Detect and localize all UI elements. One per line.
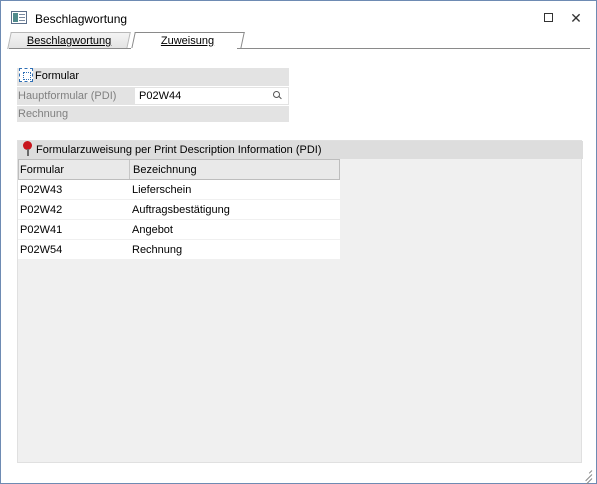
- close-icon: ✕: [570, 10, 582, 26]
- table-header: Formular Bezeichnung: [18, 159, 340, 180]
- form-icon: [19, 68, 33, 82]
- maximize-button[interactable]: [533, 8, 563, 28]
- tab-divider-gap: [131, 48, 237, 49]
- column-header-formular[interactable]: Formular: [20, 164, 64, 176]
- pdi-section-header: Formularzuweisung per Print Description …: [18, 141, 583, 159]
- tab-label: Beschlagwortung: [26, 35, 112, 47]
- tab-label: Zuweisung: [161, 35, 215, 47]
- table-row[interactable]: P02W42 Auftragsbestätigung: [18, 200, 340, 220]
- cell-bezeichnung: Angebot: [132, 224, 173, 236]
- cell-bezeichnung: Auftragsbestätigung: [132, 204, 230, 216]
- table-row[interactable]: P02W41 Angebot: [18, 220, 340, 240]
- search-icon[interactable]: [273, 91, 282, 100]
- pin-icon: [22, 141, 34, 157]
- cell-formular: P02W41: [20, 224, 63, 236]
- hauptformular-row: Hauptformular (PDI) P02W44: [17, 87, 289, 105]
- rechnung-row: Rechnung: [17, 106, 289, 122]
- hauptformular-input[interactable]: P02W44: [134, 87, 289, 105]
- pdi-section-title: Formularzuweisung per Print Description …: [36, 144, 322, 156]
- maximize-icon: [543, 13, 553, 23]
- cell-formular: P02W54: [20, 244, 63, 256]
- cell-bezeichnung: Lieferschein: [132, 184, 192, 196]
- table-row[interactable]: P02W43 Lieferschein: [18, 180, 340, 200]
- tab-beschlagwortung[interactable]: Beschlagwortung: [7, 32, 131, 49]
- tab-divider: [9, 48, 590, 49]
- formular-section-header: Formular: [17, 68, 289, 86]
- hauptformular-value: P02W44: [139, 90, 182, 102]
- column-divider[interactable]: [129, 160, 130, 179]
- cell-formular: P02W42: [20, 204, 63, 216]
- window-app-icon: [11, 11, 27, 24]
- hauptformular-label: Hauptformular (PDI): [18, 90, 117, 102]
- tab-strip: Beschlagwortung Zuweisung: [7, 32, 589, 49]
- close-button[interactable]: ✕: [561, 8, 591, 28]
- pdi-panel: Formularzuweisung per Print Description …: [17, 140, 583, 463]
- rechnung-label: Rechnung: [18, 108, 69, 120]
- cell-bezeichnung: Rechnung: [132, 244, 183, 256]
- resize-grip[interactable]: [580, 467, 593, 484]
- title-bar[interactable]: Beschlagwortung ✕: [1, 1, 596, 31]
- window-title: Beschlagwortung: [35, 12, 128, 26]
- cell-formular: P02W43: [20, 184, 63, 196]
- window: Beschlagwortung ✕ Beschlagwortung Zuweis…: [0, 0, 597, 484]
- column-header-bezeichnung[interactable]: Bezeichnung: [133, 164, 197, 176]
- formular-section-title: Formular: [35, 70, 80, 82]
- tab-zuweisung[interactable]: Zuweisung: [131, 32, 245, 49]
- table-row[interactable]: P02W54 Rechnung: [18, 240, 340, 260]
- pdi-table: Formular Bezeichnung P02W43 Lieferschein…: [18, 159, 340, 260]
